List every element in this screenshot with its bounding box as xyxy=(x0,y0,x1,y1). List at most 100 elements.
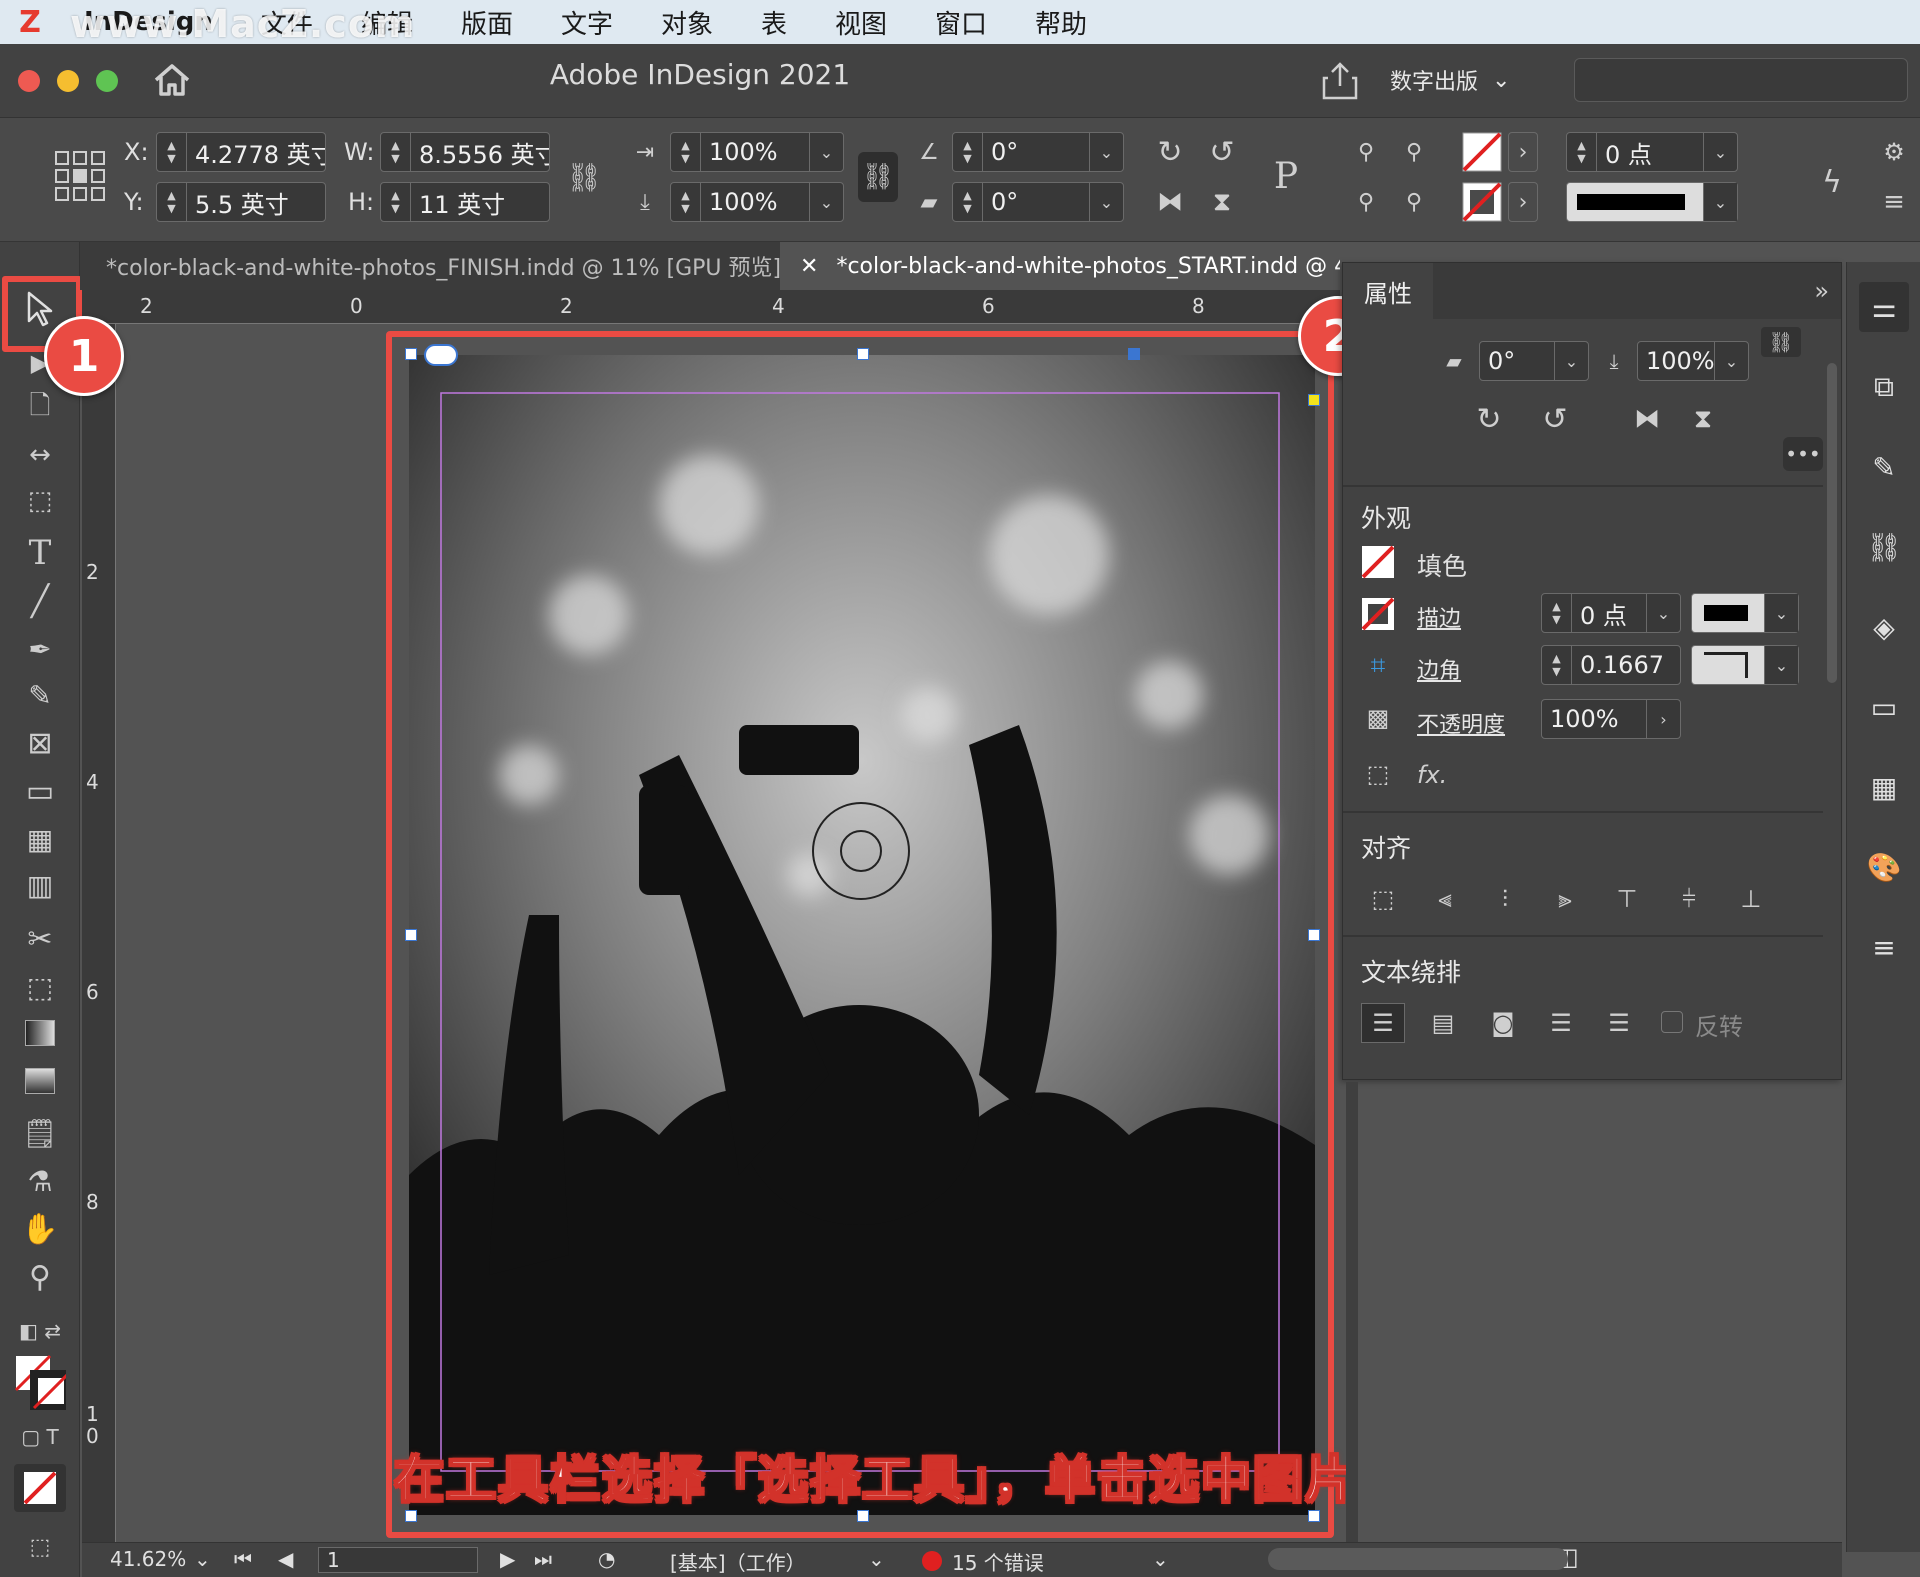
stepper-icon[interactable]: ▲ ▼ xyxy=(671,133,701,171)
collapse-icon[interactable]: » xyxy=(1814,277,1829,305)
align-vertical-center-icon[interactable]: ⫩ xyxy=(1667,879,1711,919)
wrap-object-shape-icon[interactable]: ◙ xyxy=(1481,1003,1525,1043)
opacity-label[interactable]: 不透明度 xyxy=(1417,707,1505,739)
gradient-feather-tool-icon[interactable] xyxy=(14,1060,66,1102)
color-panel-icon[interactable]: 🎨 xyxy=(1859,842,1909,892)
panel-corner-size-field[interactable]: ▲ ▼ 0.1667 xyxy=(1541,645,1681,685)
previous-page-icon[interactable]: ◀ xyxy=(278,1547,293,1571)
no-text-wrap-icon[interactable]: ☰ xyxy=(1361,1003,1405,1043)
select-content-icon[interactable]: ⚲ xyxy=(1346,182,1386,222)
select-container-icon[interactable]: ⚲ xyxy=(1346,132,1386,172)
screen-mode-icon[interactable]: ⬚ xyxy=(14,1526,66,1568)
stepper-icon[interactable]: ▲ ▼ xyxy=(1567,133,1597,171)
rotation-angle-field[interactable]: ▲ ▼ 0° ⌄ xyxy=(952,132,1124,172)
zoom-level[interactable]: 41.62% xyxy=(110,1547,186,1571)
rectangle-tool-icon[interactable]: ▭ xyxy=(14,770,66,812)
search-input[interactable] xyxy=(1574,58,1908,102)
chevron-right-icon[interactable]: › xyxy=(1508,182,1538,222)
resize-handle[interactable] xyxy=(857,348,869,360)
menu-layout[interactable]: 版面 xyxy=(437,4,537,41)
resize-handle[interactable] xyxy=(1308,929,1320,941)
resize-handle[interactable] xyxy=(1128,348,1140,360)
gradient-swatch-tool-icon[interactable] xyxy=(14,1012,66,1054)
preflight-icon[interactable]: ◔ xyxy=(598,1547,615,1571)
stroke-weight-field[interactable]: ▲ ▼ 0 点 ⌄ xyxy=(1566,132,1738,172)
canvas-horizontal-scrollbar[interactable] xyxy=(1268,1548,1568,1570)
align-top-icon[interactable]: ⊤ xyxy=(1605,879,1649,919)
stepper-icon[interactable]: ▲ ▼ xyxy=(953,133,983,171)
menu-table[interactable]: 表 xyxy=(737,4,811,41)
rectangle-frame-tool-icon[interactable]: ⊠ xyxy=(14,722,66,764)
type-tool-icon[interactable]: T xyxy=(14,532,66,574)
stepper-icon[interactable]: ▲ ▼ xyxy=(157,183,187,221)
line-tool-icon[interactable]: ╱ xyxy=(14,580,66,622)
chevron-down-icon[interactable]: ⌄ xyxy=(1554,342,1588,380)
page-number-field[interactable]: 1 xyxy=(318,1547,478,1573)
height-field[interactable]: ▲ ▼ 11 英寸 xyxy=(380,182,550,222)
panel-scrollbar[interactable] xyxy=(1827,363,1837,683)
chevron-down-icon[interactable]: ⌄ xyxy=(1152,1547,1169,1571)
pencil-tool-icon[interactable]: ✎ xyxy=(14,674,66,716)
stepper-icon[interactable]: ▲ ▼ xyxy=(671,183,701,221)
panel-stroke-weight-field[interactable]: ▲ ▼ 0 点 ⌄ xyxy=(1541,593,1681,633)
apply-none-icon[interactable] xyxy=(14,1464,66,1512)
rotate-cw-icon[interactable]: ↻ xyxy=(1150,132,1190,172)
note-tool-icon[interactable]: 🗒 xyxy=(14,1112,66,1154)
grid-tool-icon[interactable]: ▥ xyxy=(14,864,66,906)
link-icon[interactable] xyxy=(424,344,458,366)
chevron-down-icon[interactable]: ⌄ xyxy=(1089,183,1123,221)
horizontal-ruler[interactable]: 2 0 2 4 6 8 xyxy=(82,290,1340,324)
preflight-profile[interactable]: [基本]（工作） xyxy=(670,1547,806,1576)
pages-panel-icon[interactable]: ⧉ xyxy=(1859,362,1909,412)
close-icon[interactable]: ✕ xyxy=(800,254,818,279)
scale-x-field[interactable]: ▲ ▼ 100% ⌄ xyxy=(670,132,844,172)
flip-vertical-icon[interactable]: ⧗ xyxy=(1202,182,1242,222)
reference-point-icon[interactable] xyxy=(52,148,108,204)
formatting-affects-icon[interactable]: ▢ T xyxy=(14,1416,66,1458)
pen-tool-icon[interactable]: ✒ xyxy=(14,628,66,670)
fill-swatch-icon[interactable] xyxy=(1361,545,1395,579)
tab-start-document[interactable]: ✕ *color-black-and-white-photos_START.ind… xyxy=(780,242,1340,290)
chevron-down-icon[interactable]: ⌄ xyxy=(1714,342,1748,380)
resize-handle[interactable] xyxy=(405,348,417,360)
menu-help[interactable]: 帮助 xyxy=(1011,4,1111,41)
invert-checkbox[interactable] xyxy=(1661,1011,1683,1033)
jump-object-icon[interactable]: ☰ xyxy=(1539,1003,1583,1043)
chevron-right-icon[interactable]: › xyxy=(1646,700,1680,738)
last-page-icon[interactable]: ⏭ xyxy=(534,1547,552,1571)
flip-vertical-icon[interactable]: ⧗ xyxy=(1683,399,1723,439)
align-to-selection-icon[interactable]: ⬚ xyxy=(1361,879,1405,919)
gradient-panel-icon[interactable]: ▭ xyxy=(1859,682,1909,732)
stroke-swatch-icon[interactable] xyxy=(1361,597,1395,631)
more-options-icon[interactable]: ••• xyxy=(1783,437,1823,471)
rotate-ccw-icon[interactable]: ↺ xyxy=(1535,399,1575,439)
constrain-icon[interactable]: ⛓ xyxy=(1761,327,1801,357)
stepper-icon[interactable]: ▲ ▼ xyxy=(381,133,411,171)
links-panel-icon[interactable]: ⛓ xyxy=(1859,522,1909,572)
fill-stroke-swatch-icon[interactable] xyxy=(14,1352,66,1412)
align-left-icon[interactable]: ⫷ xyxy=(1423,879,1467,919)
tab-properties[interactable]: 属性 xyxy=(1343,263,1433,319)
stroke-label[interactable]: 描边 xyxy=(1417,601,1461,633)
swatches-panel-icon[interactable]: ▦ xyxy=(1859,762,1909,812)
width-field[interactable]: ▲ ▼ 8.5556 英寸 xyxy=(380,132,550,172)
flip-horizontal-icon[interactable]: ⧓ xyxy=(1627,399,1667,439)
link-scale-icon[interactable]: ⛓ xyxy=(858,152,898,202)
chevron-right-icon[interactable]: › xyxy=(1508,132,1538,172)
next-page-icon[interactable]: ▶ xyxy=(500,1547,515,1571)
constrain-proportions-icon[interactable]: ⛓ xyxy=(566,152,602,202)
rotate-cw-icon[interactable]: ↻ xyxy=(1469,399,1509,439)
properties-panel-icon[interactable]: ⚌ xyxy=(1859,282,1909,332)
stepper-icon[interactable]: ▲ ▼ xyxy=(1542,594,1572,632)
vertical-ruler[interactable]: 2 4 6 8 1 0 xyxy=(82,324,116,1542)
cc-libraries-icon[interactable]: ✎ xyxy=(1859,442,1909,492)
gear-icon[interactable]: ⚙ xyxy=(1874,132,1914,172)
scale-y-field[interactable]: ▲ ▼ 100% ⌄ xyxy=(670,182,844,222)
live-corner-handle[interactable] xyxy=(1308,394,1320,406)
chevron-down-icon[interactable]: ⌄ xyxy=(1089,133,1123,171)
chevron-down-icon[interactable]: ⌄ xyxy=(1703,183,1737,221)
stepper-icon[interactable]: ▲ ▼ xyxy=(157,133,187,171)
menu-type[interactable]: 文字 xyxy=(537,4,637,41)
wrap-bounding-box-icon[interactable]: ▤ xyxy=(1421,1003,1465,1043)
content-collector-icon[interactable]: ⬚ xyxy=(14,480,66,522)
